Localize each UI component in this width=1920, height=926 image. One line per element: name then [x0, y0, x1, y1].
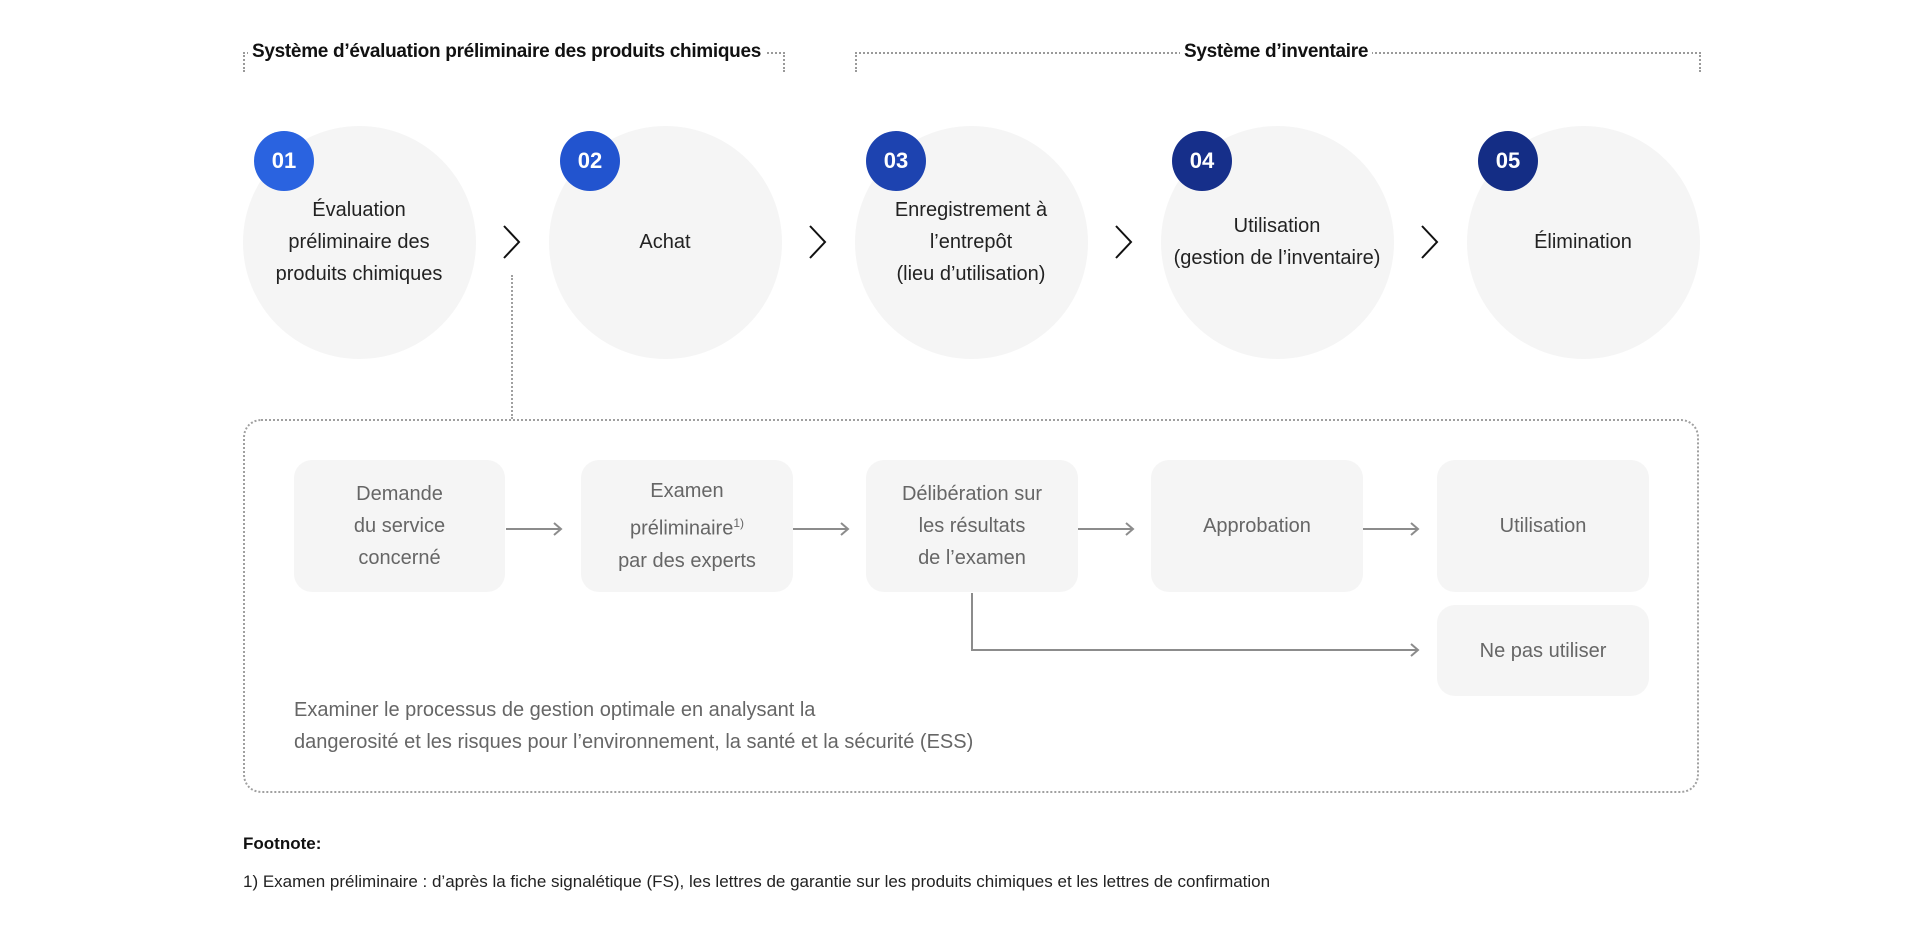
arrow-icon	[793, 522, 850, 536]
arrow-icon	[1078, 522, 1135, 536]
process-description: Examiner le processus de gestion optimal…	[294, 694, 973, 758]
description-line: Examiner le processus de gestion optimal…	[294, 699, 816, 721]
footnote-text: 1) Examen préliminaire : d’après la fich…	[243, 872, 1271, 891]
footnote-title: Footnote:	[243, 834, 322, 853]
process-arrows	[506, 522, 1420, 657]
arrow-icon	[1363, 522, 1420, 536]
reject-arrow-icon	[971, 593, 1420, 657]
arrow-icon	[506, 522, 563, 536]
description-line: dangerosité et les risques pour l’enviro…	[294, 731, 974, 753]
